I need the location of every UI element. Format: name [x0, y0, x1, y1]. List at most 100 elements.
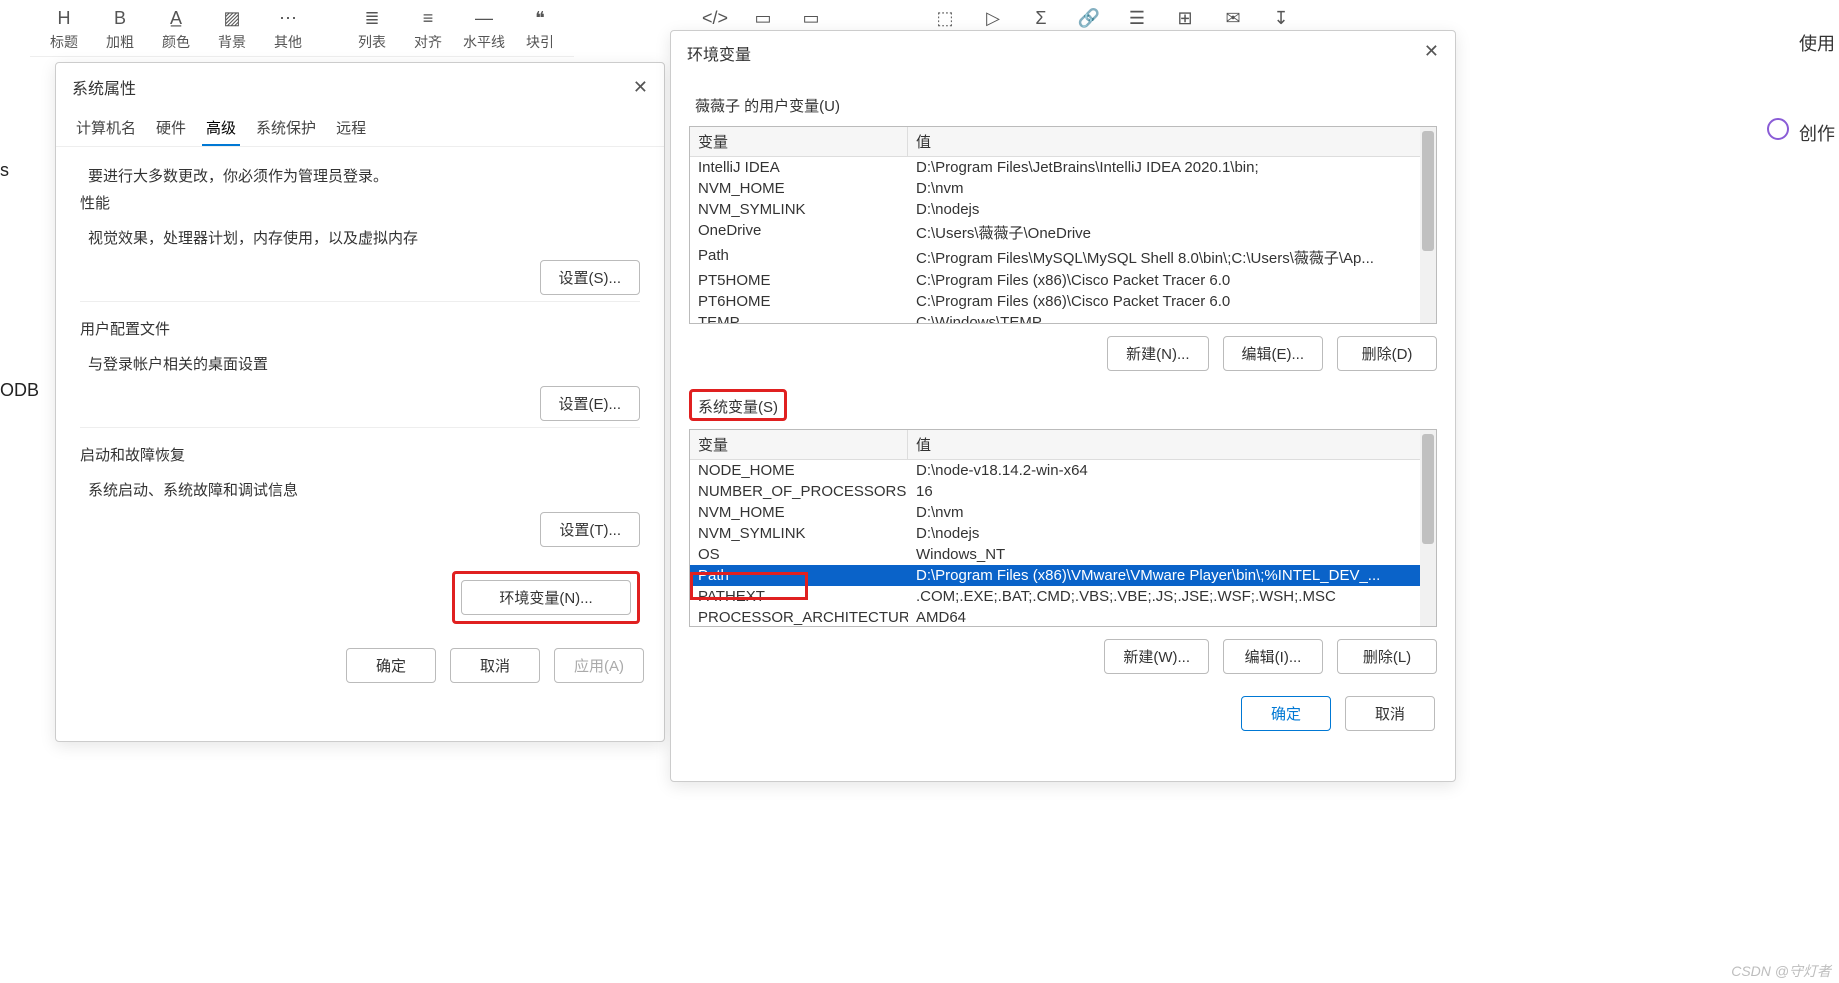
var-name: OS	[690, 544, 908, 565]
tb-link[interactable]: 🔗	[1068, 4, 1110, 32]
align-icon: ≡	[423, 4, 434, 32]
user-vars-table[interactable]: 变量值 IntelliJ IDEAD:\Program Files\JetBra…	[689, 126, 1437, 324]
create-icon[interactable]	[1767, 118, 1789, 140]
close-icon[interactable]: ✕	[633, 77, 648, 98]
table-row[interactable]: IntelliJ IDEAD:\Program Files\JetBrains\…	[690, 157, 1436, 178]
var-value: D:\nvm	[908, 178, 1436, 199]
system-vars-highlight: 系统变量(S)	[689, 389, 787, 421]
tb-r4[interactable]: ⊞	[1164, 4, 1206, 32]
var-value: C:\Program Files (x86)\Cisco Packet Trac…	[908, 270, 1436, 291]
scrollbar[interactable]	[1420, 127, 1436, 323]
close-icon[interactable]: ✕	[1424, 41, 1439, 65]
layout-icon: ☰	[1129, 4, 1145, 32]
env-variables-dialog: 环境变量 ✕ 薇薇子 的用户变量(U) 变量值 IntelliJ IDEAD:\…	[670, 30, 1456, 782]
tb-dl[interactable]: ↧	[1260, 4, 1302, 32]
table-row[interactable]: NVM_HOMED:\nvm	[690, 178, 1436, 199]
perf-settings-button[interactable]: 设置(S)...	[540, 260, 641, 295]
rect-icon: ▭	[802, 4, 819, 32]
tb-bg[interactable]: ▨背景	[208, 4, 256, 52]
tab-computer-name[interactable]: 计算机名	[72, 111, 140, 146]
var-name: OneDrive	[690, 220, 908, 245]
var-value: D:\Program Files (x86)\VMware\VMware Pla…	[908, 565, 1436, 586]
system-properties-dialog: 系统属性 ✕ 计算机名 硬件 高级 系统保护 远程 要进行大多数更改，你必须作为…	[55, 62, 665, 742]
tb-mail[interactable]: ✉	[1212, 4, 1254, 32]
table-row[interactable]: NODE_HOMED:\node-v18.14.2-win-x64	[690, 460, 1436, 481]
user-edit-button[interactable]: 编辑(E)...	[1223, 336, 1324, 371]
table-row[interactable]: OneDriveC:\Users\薇薇子\OneDrive	[690, 220, 1436, 245]
table-row[interactable]: PT5HOMEC:\Program Files (x86)\Cisco Pack…	[690, 270, 1436, 291]
sys-new-button[interactable]: 新建(W)...	[1104, 639, 1209, 674]
toolbar-use-label[interactable]: 使用	[1799, 30, 1835, 56]
sys-delete-button[interactable]: 删除(L)	[1337, 639, 1437, 674]
userprofile-settings-button[interactable]: 设置(E)...	[540, 386, 641, 421]
tb-r1[interactable]: ▭	[742, 4, 784, 32]
admin-note: 要进行大多数更改，你必须作为管理员登录。	[80, 159, 640, 192]
tb-vid[interactable]: ▷	[972, 4, 1014, 32]
sys-edit-button[interactable]: 编辑(I)...	[1223, 639, 1323, 674]
toolbar-create-label[interactable]: 创作	[1799, 120, 1835, 146]
background-icon: ▨	[223, 4, 240, 32]
tb-color[interactable]: A̲颜色	[152, 4, 200, 52]
var-name: Path	[690, 245, 908, 270]
table-row[interactable]: TEMPC:\Windows\TEMP	[690, 312, 1436, 324]
tb-heading[interactable]: H标题	[40, 4, 88, 52]
var-name: PT5HOME	[690, 270, 908, 291]
tb-list[interactable]: ≣列表	[348, 4, 396, 52]
var-value: D:\nvm	[908, 502, 1436, 523]
env-variables-button[interactable]: 环境变量(N)...	[461, 580, 631, 615]
tb-img[interactable]: ⬚	[924, 4, 966, 32]
table-row[interactable]: PT6HOMEC:\Program Files (x86)\Cisco Pack…	[690, 291, 1436, 312]
grid-icon: ⊞	[1177, 4, 1192, 32]
startup-settings-button[interactable]: 设置(T)...	[540, 512, 640, 547]
tabs: 计算机名 硬件 高级 系统保护 远程	[56, 111, 664, 147]
user-new-button[interactable]: 新建(N)...	[1107, 336, 1208, 371]
env-ok-button[interactable]: 确定	[1241, 696, 1331, 731]
tab-system-protection[interactable]: 系统保护	[252, 111, 320, 146]
table-row[interactable]: OSWindows_NT	[690, 544, 1436, 565]
var-name: NUMBER_OF_PROCESSORS	[690, 481, 908, 502]
tb-r3[interactable]: ☰	[1116, 4, 1158, 32]
rect-icon: ▭	[754, 4, 771, 32]
tb-code[interactable]: </>	[694, 4, 736, 32]
left-text-odb: ODB	[0, 380, 39, 401]
link-icon: 🔗	[1078, 4, 1100, 32]
scrollbar[interactable]	[1420, 430, 1436, 626]
tb-r2[interactable]: ▭	[790, 4, 832, 32]
table-row[interactable]: NVM_HOMED:\nvm	[690, 502, 1436, 523]
table-row[interactable]: PATHEXT.COM;.EXE;.BAT;.CMD;.VBS;.VBE;.JS…	[690, 586, 1436, 607]
tb-sigma[interactable]: Σ	[1020, 4, 1062, 32]
tab-remote[interactable]: 远程	[332, 111, 370, 146]
var-name: NODE_HOME	[690, 460, 908, 481]
ok-button[interactable]: 确定	[346, 648, 436, 683]
cancel-button[interactable]: 取消	[450, 648, 540, 683]
userprofile-desc: 与登录帐户相关的桌面设置	[80, 347, 640, 380]
tb-other[interactable]: ⋯其他	[264, 4, 312, 52]
var-value: 16	[908, 481, 1436, 502]
system-vars-table[interactable]: 变量值 NODE_HOMED:\node-v18.14.2-win-x64NUM…	[689, 429, 1437, 627]
user-delete-button[interactable]: 删除(D)	[1337, 336, 1437, 371]
download-icon: ↧	[1273, 4, 1288, 32]
color-icon: A̲	[170, 4, 182, 32]
var-name: Path	[690, 565, 908, 586]
table-row[interactable]: NVM_SYMLINKD:\nodejs	[690, 199, 1436, 220]
table-row[interactable]: PathD:\Program Files (x86)\VMware\VMware…	[690, 565, 1436, 586]
table-row[interactable]: NVM_SYMLINKD:\nodejs	[690, 523, 1436, 544]
video-icon: ▷	[986, 4, 1000, 32]
table-row[interactable]: PROCESSOR_ARCHITECTUREAMD64	[690, 607, 1436, 627]
tb-bold[interactable]: B加粗	[96, 4, 144, 52]
var-value: D:\node-v18.14.2-win-x64	[908, 460, 1436, 481]
table-row[interactable]: NUMBER_OF_PROCESSORS16	[690, 481, 1436, 502]
tb-align[interactable]: ≡对齐	[404, 4, 452, 52]
tb-hr[interactable]: ―水平线	[460, 4, 508, 52]
tab-advanced[interactable]: 高级	[202, 111, 240, 146]
tb-quote[interactable]: ❝块引	[516, 4, 564, 52]
col-var: 变量	[690, 127, 908, 156]
var-value: .COM;.EXE;.BAT;.CMD;.VBS;.VBE;.JS;.JSE;.…	[908, 586, 1436, 607]
col-var: 变量	[690, 430, 908, 459]
env-dialog-title: 环境变量	[687, 41, 751, 65]
env-cancel-button[interactable]: 取消	[1345, 696, 1435, 731]
table-row[interactable]: PathC:\Program Files\MySQL\MySQL Shell 8…	[690, 245, 1436, 270]
tab-hardware[interactable]: 硬件	[152, 111, 190, 146]
apply-button[interactable]: 应用(A)	[554, 648, 644, 683]
var-value: D:\nodejs	[908, 523, 1436, 544]
